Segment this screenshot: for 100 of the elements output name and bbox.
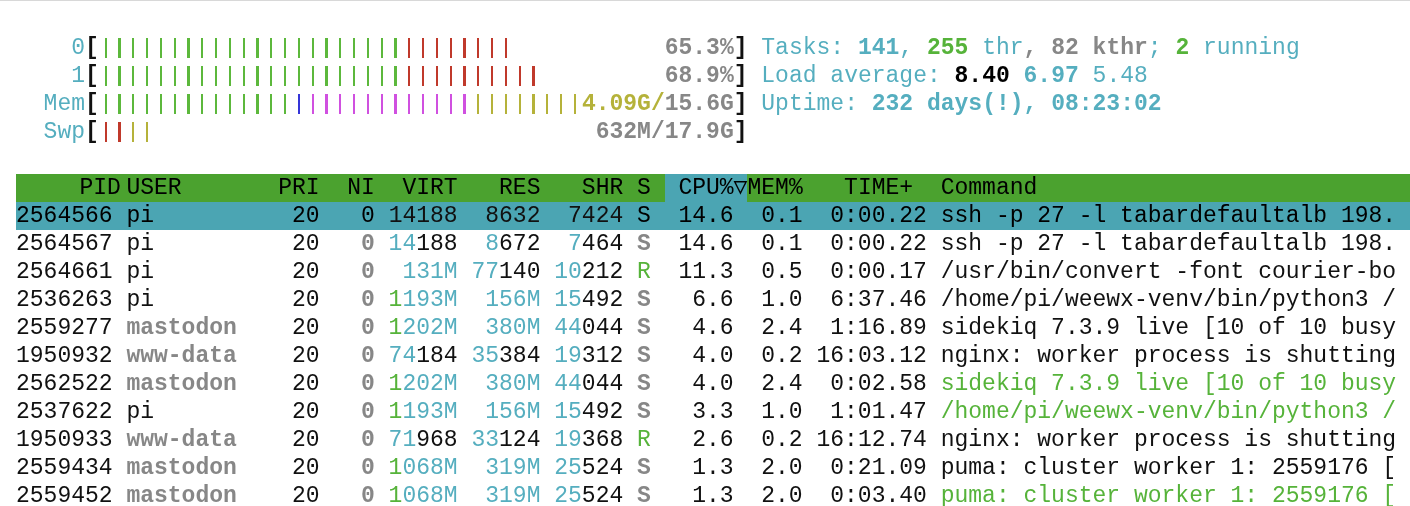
- table-cell-text: 7424: [567, 202, 624, 230]
- table-cell-text: www-data: [126, 342, 238, 370]
- table-cell-text: 156M: [484, 286, 541, 314]
- process-row[interactable]: 2559434 mastodon 20 0 1068M 319M 25524 S 1.3 2.0 0:21.09 puma: cluster worker 1: 2559176 [: [16, 454, 1410, 482]
- table-cell-text: 0: [360, 398, 375, 426]
- process-row[interactable]: 2564566 pi 20 0 14188 8632 7424 S 14.6 0.1 0:00.22 ssh -p 27 -l tabardefaultalb 198.: [16, 202, 1410, 230]
- table-cell-text: 2.0: [760, 454, 804, 482]
- table-cell-text: 14.6: [677, 230, 735, 258]
- table-cell-text: 44044: [553, 370, 624, 398]
- status-text: Load average: 8.40 6.97 5.48: [761, 62, 1149, 90]
- table-cell-text: /home/pi/weewx-venv/bin/python3 /: [940, 286, 1398, 314]
- table-cell-text: 1.3: [691, 482, 735, 506]
- table-cell-text: 20: [291, 202, 320, 230]
- column-header[interactable]: Command: [940, 174, 1410, 202]
- column-header[interactable]: PRI: [250, 174, 320, 202]
- table-cell-text: 2564567: [16, 230, 114, 258]
- table-cell-text: R: [636, 258, 651, 286]
- table-cell-text: 15492: [553, 398, 624, 426]
- column-header[interactable]: RES: [457, 174, 541, 202]
- table-cell-text: 4.0: [691, 342, 735, 370]
- table-cell-text: 3.3: [691, 398, 735, 426]
- table-cell-text: 7464: [567, 230, 624, 258]
- table-cell-text: 2562522: [16, 370, 114, 398]
- process-row[interactable]: 2564567 pi 20 0 14188 8672 7464 S 14.6 0.1 0:00.22 ssh -p 27 -l tabardefaultalb 198.: [16, 230, 1410, 258]
- process-row[interactable]: 1950932 www-data 20 0 74184 35384 19312 S 4.0 0.2 16:03.12 nginx: worker process is shutting: [16, 342, 1410, 370]
- table-cell-text: 20: [291, 426, 320, 454]
- table-cell-text: 2559452: [16, 482, 114, 506]
- table-cell-text: S: [636, 230, 651, 258]
- table-cell-text: mastodon: [126, 370, 238, 398]
- column-header[interactable]: VIRT: [374, 174, 458, 202]
- meter-bracket: [: [85, 62, 99, 90]
- column-header[interactable]: CPU%▽: [664, 174, 748, 202]
- process-row[interactable]: 2559452 mastodon 20 0 1068M 319M 25524 S 1.3 2.0 0:03.40 puma: cluster worker 1: 2559176 [: [16, 482, 1410, 506]
- table-cell-text: 0.5: [760, 258, 804, 286]
- table-cell-text: R: [636, 426, 651, 454]
- column-header[interactable]: MEM%: [747, 174, 817, 202]
- table-cell-text: S: [636, 342, 651, 370]
- table-cell-text: 0: [360, 342, 375, 370]
- table-cell-text: 20: [291, 230, 320, 258]
- table-cell-text: 2559277: [16, 314, 114, 342]
- table-cell-text: 1950932: [16, 342, 114, 370]
- table-cell-text: 15492: [553, 286, 624, 314]
- table-cell-text: mastodon: [126, 314, 238, 342]
- table-cell-text: 1.0: [760, 286, 804, 314]
- meter-label: Mem: [42, 90, 85, 118]
- table-cell-text: 0: [360, 258, 375, 286]
- table-cell-text: 71968: [387, 426, 458, 454]
- table-cell-text: 0: [360, 314, 375, 342]
- table-cell-text: 1950933: [16, 426, 114, 454]
- table-cell-text: 319M: [484, 454, 541, 482]
- process-row[interactable]: 2562522 mastodon 20 0 1202M 380M 44044 S 4.0 2.4 0:02.58 sidekiq 7.3.9 live [10 of 10 busy: [16, 370, 1410, 398]
- table-cell-text: pi: [126, 230, 155, 258]
- table-cell-text: 2536263: [16, 286, 114, 314]
- table-cell-text: 25524: [553, 454, 624, 482]
- process-row[interactable]: 2537622 pi 20 0 1193M 156M 15492 S 3.3 1.0 1:01.47 /home/pi/weewx-venv/bin/python3 /: [16, 398, 1410, 426]
- meter-value: 4.09G/15.6G: [581, 90, 734, 118]
- meter-bracket: ]: [733, 118, 748, 146]
- table-cell-text: pi: [126, 202, 155, 230]
- column-header[interactable]: PID: [16, 174, 127, 202]
- table-cell-text: 0:00.22: [829, 202, 928, 230]
- table-cell-text: 11.3: [677, 258, 735, 286]
- table-cell-text: 0.2: [760, 426, 804, 454]
- table-cell-text: 319M: [484, 482, 541, 506]
- table-cell-text: /home/pi/weewx-venv/bin/python3 /: [940, 398, 1398, 426]
- table-cell-text: 0: [360, 370, 375, 398]
- process-row[interactable]: 2559277 mastodon 20 0 1202M 380M 44044 S 4.6 2.4 1:16.89 sidekiq 7.3.9 live [10 of 10 busy: [16, 314, 1410, 342]
- table-cell-text: pi: [126, 286, 155, 314]
- column-header[interactable]: NI: [319, 174, 375, 202]
- table-cell-text: 0: [360, 482, 375, 506]
- table-cell-text: 19312: [553, 342, 624, 370]
- table-cell-text: mastodon: [126, 482, 238, 506]
- table-cell-text: 131M: [401, 258, 458, 286]
- table-cell-text: 35384: [470, 342, 541, 370]
- table-cell-text: mastodon: [126, 454, 238, 482]
- column-header[interactable]: SHR: [540, 174, 624, 202]
- table-cell-text: 19368: [553, 426, 624, 454]
- table-cell-text: 16:12.74: [816, 426, 928, 454]
- process-row[interactable]: 2564661 pi 20 0 131M 77140 10212 R 11.3 0.5 0:00.17 /usr/bin/convert -font courier-bo: [16, 258, 1410, 286]
- table-cell-text: nginx: worker process is shutting: [940, 342, 1398, 370]
- column-header[interactable]: USER: [126, 174, 251, 202]
- table-cell-text: 0.1: [760, 202, 804, 230]
- table-cell-text: 8632: [484, 202, 541, 230]
- table-cell-text: sidekiq 7.3.9 live [10 of 10 busy: [940, 370, 1398, 398]
- table-cell-text: 6:37.46: [829, 286, 928, 314]
- table-cell-text: S: [636, 314, 651, 342]
- table-cell-text: 1193M: [387, 286, 458, 314]
- table-cell-text: 4.0: [691, 370, 735, 398]
- table-cell-text: 33124: [470, 426, 541, 454]
- table-cell-text: 2559434: [16, 454, 114, 482]
- table-cell-text: sidekiq 7.3.9 live [10 of 10 busy: [940, 314, 1398, 342]
- table-cell-text: 14.6: [677, 202, 735, 230]
- table-cell-text: 77140: [470, 258, 541, 286]
- meter-value: 65.3%: [664, 34, 734, 62]
- process-row[interactable]: 1950933 www-data 20 0 71968 33124 19368 R 2.6 0.2 16:12.74 nginx: worker process is shutting: [16, 426, 1410, 454]
- column-header[interactable]: S: [623, 174, 651, 202]
- table-cell-text: 0: [360, 230, 375, 258]
- table-cell-text: 2537622: [16, 398, 114, 426]
- table-cell-text: pi: [126, 258, 155, 286]
- process-row[interactable]: 2536263 pi 20 0 1193M 156M 15492 S 6.6 1.0 6:37.46 /home/pi/weewx-venv/bin/python3 /: [16, 286, 1410, 314]
- column-header[interactable]: TIME+: [816, 174, 941, 202]
